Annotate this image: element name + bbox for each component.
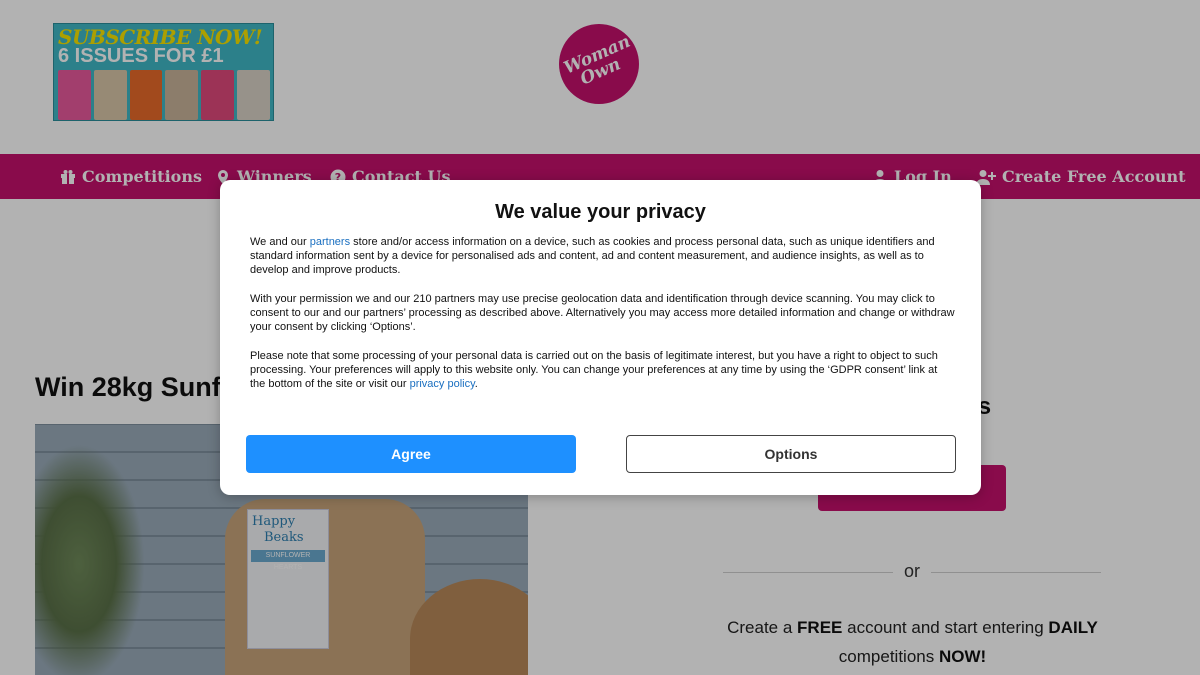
consent-title: We value your privacy xyxy=(495,201,706,223)
agree-button[interactable]: Agree xyxy=(246,435,576,473)
partners-link[interactable]: partners xyxy=(310,236,350,248)
consent-paragraph-2: With your permission we and our 210 part… xyxy=(250,293,955,333)
options-button[interactable]: Options xyxy=(626,435,956,473)
consent-paragraph-1: We and our partners store and/or access … xyxy=(250,236,935,276)
consent-paragraph-3: Please note that some processing of your… xyxy=(250,350,938,390)
privacy-policy-link[interactable]: privacy policy xyxy=(410,378,475,390)
privacy-consent-dialog: We value your privacy We and our partner… xyxy=(220,180,981,495)
